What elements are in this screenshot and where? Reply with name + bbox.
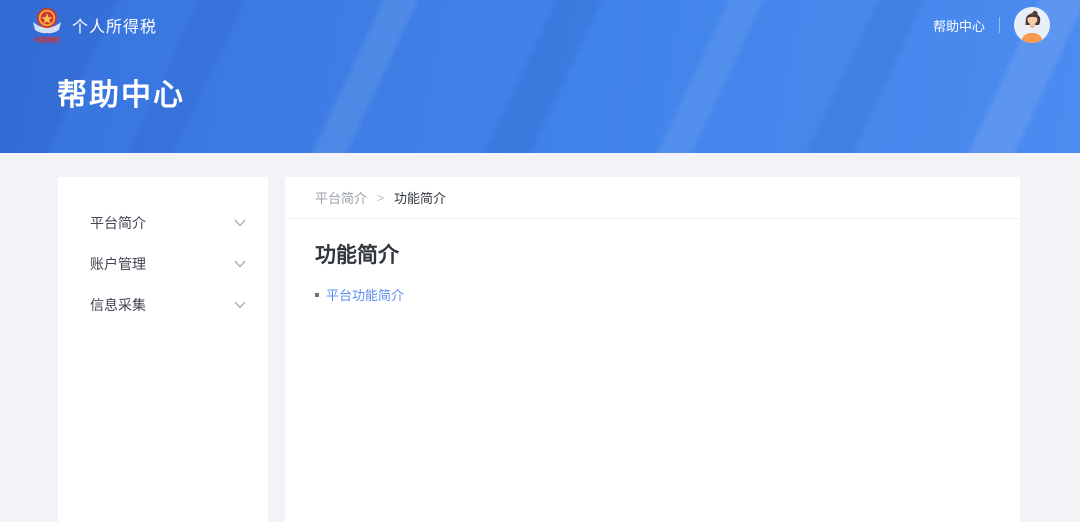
breadcrumb: 平台简介 > 功能简介 [285,177,1020,219]
sidebar-item-account-management[interactable]: 账户管理 [58,243,268,284]
chevron-down-icon [234,219,246,227]
sidebar-item-platform-intro[interactable]: 平台简介 [58,202,268,243]
avatar-illustration-icon [1014,7,1050,43]
breadcrumb-parent-link[interactable]: 平台简介 [315,188,367,207]
bullet-icon [315,293,319,297]
section-title: 功能简介 [315,239,990,269]
sidebar-item-label: 账户管理 [90,254,146,274]
user-avatar[interactable] [1014,7,1050,43]
breadcrumb-current: 功能简介 [394,188,446,207]
content-area: 平台简介 账户管理 信息采集 平台简介 > 功能简介 功能简介 平台功能简介 [0,153,1080,522]
help-center-nav-link[interactable]: 帮助中心 [933,16,985,35]
top-navbar: 中国税务 个人所得税 帮助中心 [0,0,1080,50]
doc-link-label: 平台功能简介 [326,285,404,304]
sidebar-item-label: 信息采集 [90,295,146,315]
breadcrumb-separator: > [377,191,384,205]
sidebar-item-info-collection[interactable]: 信息采集 [58,284,268,325]
help-sidebar: 平台简介 账户管理 信息采集 [58,177,268,522]
svg-text:中国税务: 中国税务 [34,35,61,44]
brand-home-link[interactable]: 中国税务 个人所得税 [30,6,157,44]
page-title: 帮助中心 [0,50,1080,114]
main-body: 功能简介 平台功能简介 [285,219,1020,324]
chevron-down-icon [234,301,246,309]
hero-banner: 中国税务 个人所得税 帮助中心 帮助中心 [0,0,1080,153]
navbar-right: 帮助中心 [933,7,1050,43]
doc-link-platform-function-intro[interactable]: 平台功能简介 [315,285,990,304]
brand-title: 个人所得税 [72,13,157,37]
nav-divider [999,17,1000,33]
main-panel: 平台简介 > 功能简介 功能简介 平台功能简介 [285,177,1020,522]
china-tax-logo-icon: 中国税务 [30,6,64,44]
sidebar-item-label: 平台简介 [90,213,146,233]
chevron-down-icon [234,260,246,268]
